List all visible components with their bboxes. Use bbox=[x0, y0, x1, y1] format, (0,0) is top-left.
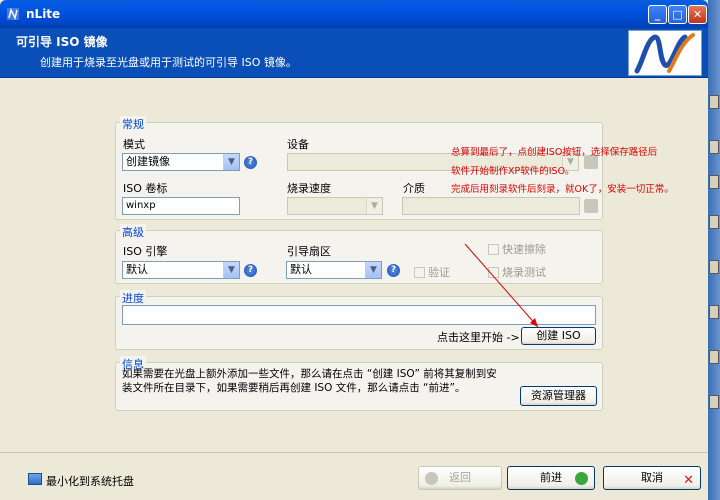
maximize-button[interactable]: □ bbox=[668, 5, 687, 24]
wizard-header: 可引导 ISO 镜像 创建用于烧录至光盘或用于测试的可引导 ISO 镜像。 bbox=[0, 28, 708, 78]
annotation-line3: 完成后用刻录软件后刻录，就OK了，安装一切正常。 bbox=[451, 184, 674, 195]
iso-engine-label: ISO 引擎 bbox=[123, 245, 168, 258]
page-subtitle: 创建用于烧录至光盘或用于测试的可引导 ISO 镜像。 bbox=[40, 56, 297, 69]
mode-label: 模式 bbox=[123, 138, 145, 151]
back-button[interactable]: 返回 bbox=[418, 466, 502, 490]
window-title: nLite bbox=[26, 7, 61, 21]
burn-speed-select[interactable]: ▼ bbox=[287, 197, 383, 215]
boot-sector-select[interactable]: 默认 ▼ bbox=[286, 261, 382, 279]
next-button[interactable]: 前进 bbox=[507, 466, 595, 490]
desktop-edge bbox=[708, 0, 720, 500]
media-refresh-icon[interactable] bbox=[584, 199, 598, 213]
chevron-down-icon: ▼ bbox=[223, 154, 239, 170]
info-text-line1: 如果需要在光盘上额外添加一些文件，那么请在点击 “创建 ISO” 前将其复制到安 bbox=[122, 368, 497, 380]
annotation-arrow bbox=[464, 243, 539, 328]
cancel-x-icon: ✕ bbox=[683, 473, 694, 488]
title-bar: nLite _ □ ✕ bbox=[0, 0, 708, 28]
device-label: 设备 bbox=[287, 138, 309, 151]
wizard-footer: 最小化到系统托盘 返回 前进 取消 ✕ bbox=[0, 452, 708, 500]
iso-label-input[interactable]: winxp bbox=[122, 197, 240, 215]
nlite-logo bbox=[628, 30, 702, 76]
help-icon[interactable]: ? bbox=[244, 264, 257, 277]
progress-group-label: 进度 bbox=[120, 290, 146, 306]
verify-checkbox[interactable]: 验证 bbox=[414, 264, 450, 280]
advanced-group-label: 高级 bbox=[120, 224, 146, 240]
mode-select[interactable]: 创建镜像 ▼ bbox=[122, 153, 240, 171]
back-arrow-icon bbox=[425, 472, 438, 485]
iso-label-label: ISO 卷标 bbox=[123, 182, 168, 195]
chevron-down-icon: ▼ bbox=[365, 262, 381, 278]
cancel-button[interactable]: 取消 ✕ bbox=[603, 466, 701, 490]
info-text-line2: 装文件所在目录下，如果需要稍后再创建 ISO 文件，那么请点击 “前进”。 bbox=[122, 382, 466, 394]
nlite-app-icon bbox=[7, 7, 19, 21]
minimize-button[interactable]: _ bbox=[648, 5, 667, 24]
next-arrow-icon bbox=[575, 472, 588, 485]
burn-speed-label: 烧录速度 bbox=[287, 182, 331, 195]
help-icon[interactable]: ? bbox=[244, 156, 257, 169]
media-label: 介质 bbox=[403, 182, 425, 195]
help-icon[interactable]: ? bbox=[387, 264, 400, 277]
boot-sector-label: 引导扇区 bbox=[287, 245, 331, 258]
explorer-button[interactable]: 资源管理器 bbox=[520, 386, 597, 406]
general-group-label: 常规 bbox=[120, 116, 146, 132]
iso-engine-select[interactable]: 默认 ▼ bbox=[122, 261, 240, 279]
tray-icon[interactable] bbox=[28, 473, 42, 485]
annotation-line1: 总算到最后了，点创建ISO按钮，选择保存路径后 bbox=[451, 147, 658, 158]
page-title: 可引导 ISO 镜像 bbox=[16, 35, 108, 49]
media-field bbox=[402, 197, 580, 215]
close-button[interactable]: ✕ bbox=[688, 5, 707, 24]
chevron-down-icon: ▼ bbox=[366, 198, 382, 214]
minimize-to-tray-link[interactable]: 最小化到系统托盘 bbox=[46, 473, 134, 489]
wizard-body: 常规 模式 创建镜像 ▼ ? 设备 ▼ ISO 卷标 winxp 烧录速度 ▼ 介… bbox=[0, 79, 708, 452]
annotation-line2: 软件开始制作XP软件的ISO。 bbox=[451, 166, 575, 177]
chevron-down-icon: ▼ bbox=[223, 262, 239, 278]
